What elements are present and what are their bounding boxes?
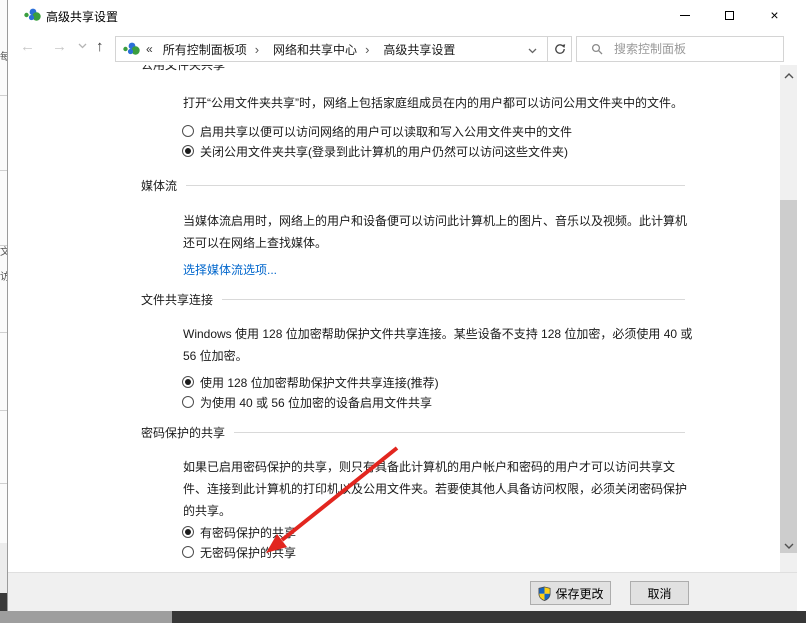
vertical-scrollbar[interactable] xyxy=(780,65,797,572)
file-sharing-description: Windows 使用 128 位加密帮助保护文件共享连接。某些设备不支持 128… xyxy=(183,323,697,367)
address-dropdown-chevron-icon[interactable] xyxy=(528,48,537,54)
sharing-app-icon xyxy=(24,7,41,23)
radio-icon[interactable] xyxy=(182,145,194,157)
window-title: 高级共享设置 xyxy=(46,8,118,25)
radio-128bit-encryption[interactable]: 使用 128 位加密帮助保护文件共享连接(推荐) xyxy=(182,373,439,393)
up-icon[interactable]: ↑ xyxy=(96,38,104,56)
password-protected-description: 如果已启用密码保护的共享，则只有具备此计算机的用户帐户和密码的用户才可以访问共享… xyxy=(183,456,697,522)
radio-label: 有密码保护的共享 xyxy=(200,523,296,543)
maximize-icon xyxy=(725,11,734,20)
clipped-text-fragment: 每 xyxy=(0,48,8,63)
breadcrumb-item-all-control-panel[interactable]: 所有控制面板项 xyxy=(163,41,247,58)
section-heading-public-folder: 公用文件夹共享 xyxy=(141,65,685,72)
breadcrumb-sharing-icon xyxy=(123,41,140,57)
section-rule xyxy=(186,185,685,186)
radio-icon[interactable] xyxy=(182,526,194,538)
radio-label: 启用共享以便可以访问网络的用户可以读取和写入公用文件夹中的文件 xyxy=(200,122,572,142)
radio-enable-public-folder-sharing[interactable]: 启用共享以便可以访问网络的用户可以读取和写入公用文件夹中的文件 xyxy=(182,122,572,142)
search-input[interactable] xyxy=(614,42,783,56)
radio-label: 关闭公用文件夹共享(登录到此计算机的用户仍然可以访问这些文件夹) xyxy=(200,142,568,162)
radio-40-56bit-encryption[interactable]: 为使用 40 或 56 位加密的设备启用文件共享 xyxy=(182,393,432,413)
section-rule xyxy=(234,432,685,433)
breadcrumb-separator-icon: › xyxy=(365,42,369,57)
minimize-icon xyxy=(680,15,690,16)
section-heading-password-protected-sharing: 密码保护的共享 xyxy=(141,424,685,440)
scroll-up-button[interactable] xyxy=(780,67,797,84)
search-icon xyxy=(591,43,604,56)
clipped-text-fragment: 文 xyxy=(0,243,8,258)
breadcrumb-collapse[interactable]: « xyxy=(146,42,153,56)
search-box xyxy=(576,36,784,62)
media-streaming-options-link[interactable]: 选择媒体流选项... xyxy=(183,259,697,281)
radio-icon[interactable] xyxy=(182,376,194,388)
refresh-icon xyxy=(553,42,567,56)
scrollbar-thumb[interactable] xyxy=(780,200,797,553)
radio-icon[interactable] xyxy=(182,546,194,558)
background-window-strip: 每 文 访 xyxy=(0,0,8,611)
minimize-button[interactable] xyxy=(662,0,707,30)
uac-shield-icon xyxy=(537,586,552,601)
chevron-down-icon xyxy=(784,543,794,549)
forward-icon[interactable]: → xyxy=(52,38,67,56)
titlebar: 高级共享设置 × xyxy=(8,0,806,30)
media-streaming-description: 当媒体流启用时，网络上的用户和设备便可以访问此计算机上的图片、音乐以及视频。此计… xyxy=(183,210,697,254)
radio-label: 使用 128 位加密帮助保护文件共享连接(推荐) xyxy=(200,373,439,393)
radio-password-protected-off[interactable]: 无密码保护的共享 xyxy=(182,543,296,563)
scroll-down-button[interactable] xyxy=(780,537,797,554)
close-button[interactable]: × xyxy=(752,0,797,30)
section-heading-media-streaming: 媒体流 xyxy=(141,177,685,193)
save-changes-label: 保存更改 xyxy=(555,585,603,602)
radio-label: 为使用 40 或 56 位加密的设备启用文件共享 xyxy=(200,393,432,413)
public-folder-description: 打开“公用文件夹共享”时，网络上包括家庭组成员在内的用户都可以访问公用文件夹中的… xyxy=(183,92,697,114)
radio-icon[interactable] xyxy=(182,396,194,408)
footer-bar: 保存更改 取消 xyxy=(8,572,797,611)
advanced-sharing-settings-window: 高级共享设置 × ← → ↑ « 所有控制面板项 › 网络和共享中心 › 高级共… xyxy=(8,0,806,611)
navigation-bar: ← → ↑ « 所有控制面板项 › 网络和共享中心 › 高级共享设置 xyxy=(8,30,806,65)
close-icon: × xyxy=(770,8,778,22)
section-heading-file-sharing-connections: 文件共享连接 xyxy=(141,291,685,307)
background-bottom-gray xyxy=(0,611,172,623)
back-icon[interactable]: ← xyxy=(20,38,35,56)
cancel-label: 取消 xyxy=(647,585,671,602)
clipped-text-fragment: 访 xyxy=(0,268,8,283)
history-chevron-icon[interactable] xyxy=(78,43,87,49)
section-rule xyxy=(222,299,685,300)
radio-label: 无密码保护的共享 xyxy=(200,543,296,563)
cancel-button[interactable]: 取消 xyxy=(630,581,689,605)
background-bottom-dark xyxy=(172,611,806,623)
breadcrumb: « 所有控制面板项 › 网络和共享中心 › 高级共享设置 xyxy=(115,36,548,62)
radio-password-protected-on[interactable]: 有密码保护的共享 xyxy=(182,523,296,543)
refresh-button[interactable] xyxy=(547,36,572,62)
breadcrumb-separator-icon: › xyxy=(255,42,259,57)
save-changes-button[interactable]: 保存更改 xyxy=(530,581,611,605)
chevron-up-icon xyxy=(784,73,794,79)
breadcrumb-item-advanced-sharing[interactable]: 高级共享设置 xyxy=(383,41,455,58)
maximize-button[interactable] xyxy=(707,0,752,30)
breadcrumb-item-network-sharing-center[interactable]: 网络和共享中心 xyxy=(273,41,357,58)
settings-content: 公用文件夹共享 打开“公用文件夹共享”时，网络上包括家庭组成员在内的用户都可以访… xyxy=(8,65,780,572)
radio-icon[interactable] xyxy=(182,125,194,137)
radio-disable-public-folder-sharing[interactable]: 关闭公用文件夹共享(登录到此计算机的用户仍然可以访问这些文件夹) xyxy=(182,142,568,162)
